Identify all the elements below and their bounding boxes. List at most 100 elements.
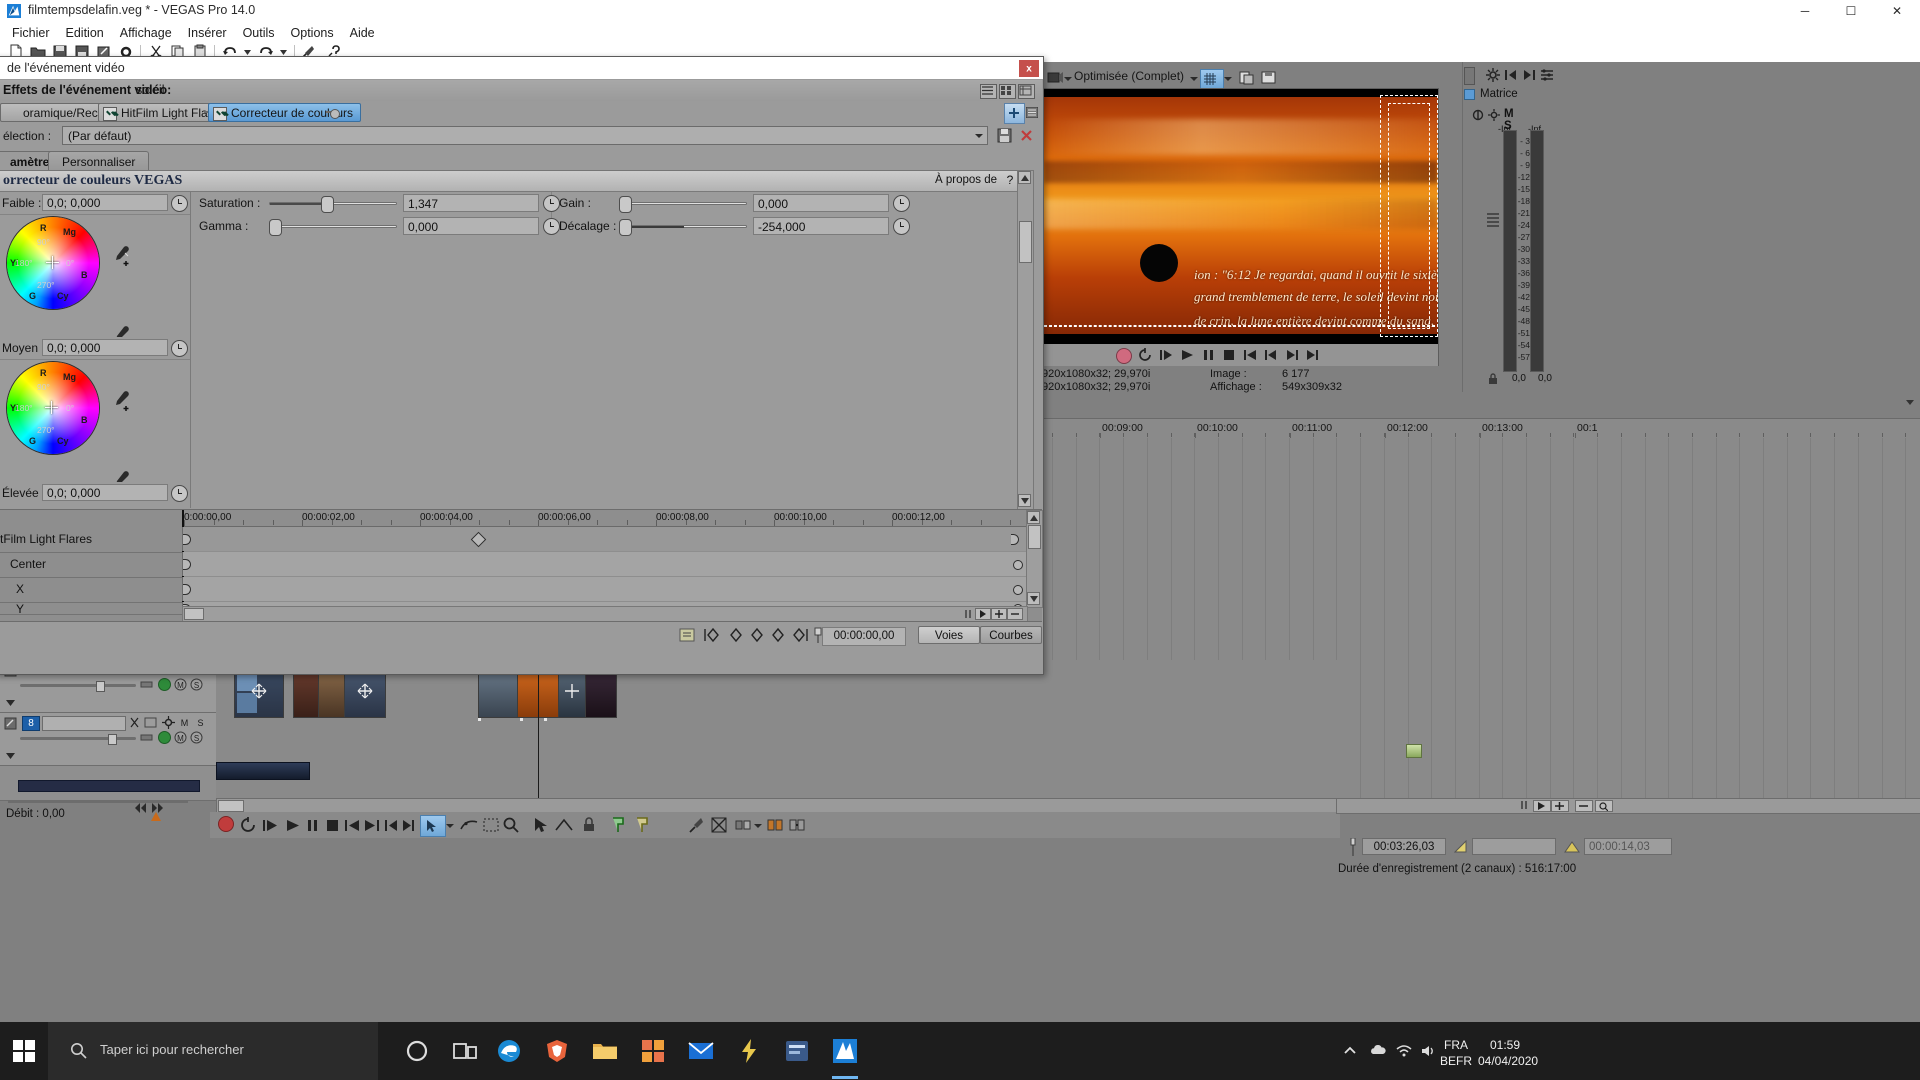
menu-item-edition[interactable]: Edition — [58, 24, 112, 42]
taskbar-clock-time[interactable]: 01:59 — [1490, 1038, 1520, 1052]
copy-snapshot-clipboard-icon[interactable] — [1238, 69, 1256, 87]
event-pan-crop-icon-3[interactable] — [564, 683, 580, 699]
wheel-low-handle[interactable] — [46, 256, 59, 269]
taskbar-clock-date[interactable]: 04/04/2020 — [1478, 1054, 1538, 1068]
timeline-event-5[interactable] — [478, 668, 518, 718]
wheel-high-keyframe-button[interactable] — [171, 485, 188, 502]
keyframe-x-start[interactable] — [183, 584, 191, 595]
param-offset-value[interactable]: -254,000 — [753, 217, 889, 235]
transport-stop-icon[interactable] — [324, 816, 340, 834]
track-name-field[interactable] — [42, 716, 126, 731]
lock-icon[interactable] — [1486, 372, 1500, 386]
timeline-scroll-thumb[interactable] — [218, 800, 244, 812]
track-solo-icon[interactable]: S — [190, 678, 203, 691]
keyframe-time-field[interactable]: 00:00:00,00 — [822, 627, 906, 646]
skip-forward-icon[interactable] — [1522, 68, 1536, 82]
keyframe-prev-icon[interactable] — [727, 626, 745, 644]
track-record-arm-icon-2[interactable] — [158, 731, 171, 744]
meter-settings-icon[interactable] — [1488, 109, 1500, 121]
vlc-or-flash-icon[interactable] — [736, 1038, 762, 1064]
track-expand-icon-2[interactable] — [4, 749, 17, 762]
param-saturation-keyframe-button[interactable] — [543, 195, 560, 212]
envelope-edit-tool-icon[interactable] — [460, 816, 478, 834]
ignore-event-grouping-icon[interactable] — [766, 816, 784, 834]
microsoft-store-icon[interactable] — [640, 1038, 666, 1064]
keyframe-tab-courbes[interactable]: Courbes — [980, 626, 1042, 644]
preview-device-icon[interactable] — [1046, 69, 1064, 87]
pause-icon[interactable] — [1201, 348, 1215, 362]
fx-panel-scroll-thumb[interactable] — [1019, 221, 1032, 263]
keyframe-center-end[interactable] — [1013, 560, 1023, 570]
menu-item-options[interactable]: Options — [283, 24, 342, 42]
go-to-end-icon[interactable] — [1306, 348, 1320, 362]
menu-item-fichier[interactable]: Fichier — [4, 24, 58, 42]
fx-delete-preset-button[interactable] — [1018, 127, 1035, 144]
keyframe-center-start[interactable] — [183, 559, 191, 570]
cortana-icon[interactable] — [404, 1038, 430, 1064]
zoom-edit-tool-icon[interactable] — [502, 816, 520, 834]
generic-app-icon[interactable] — [784, 1038, 810, 1064]
file-explorer-icon[interactable] — [592, 1038, 618, 1064]
keyframe-scroll-up[interactable] — [1027, 511, 1040, 524]
timeline-play-scroll-button[interactable] — [1533, 800, 1551, 812]
audio-event-strip[interactable] — [216, 762, 310, 780]
wheel-mid-handle[interactable] — [45, 401, 58, 414]
fx-preset-dropdown-icon[interactable] — [975, 134, 983, 138]
snap-to-grid-icon[interactable] — [710, 816, 728, 834]
meter-resize-icon[interactable] — [1486, 210, 1500, 232]
gear-icon[interactable] — [1486, 68, 1500, 82]
vegas-pro-taskbar-icon[interactable] — [832, 1038, 858, 1064]
play-from-start-icon[interactable] — [1159, 348, 1173, 362]
tab-personnaliser[interactable]: Personnaliser — [48, 151, 149, 171]
timeline-zoom-out-button[interactable] — [1575, 800, 1593, 812]
wheel-high-value[interactable]: 0,0; 0,000 — [42, 484, 168, 501]
transport-play-from-start-icon[interactable] — [262, 816, 278, 834]
transport-prev-frame-icon[interactable] — [384, 816, 400, 834]
stop-icon[interactable] — [1222, 348, 1236, 362]
track-pan-icon[interactable] — [140, 678, 153, 691]
taskbar-language[interactable]: FRA — [1444, 1038, 1468, 1052]
keyframe-end-marker[interactable] — [1011, 534, 1019, 545]
enable-snapping-toolbar-icon[interactable] — [688, 816, 706, 834]
fx-chip-color-corrector-checkbox[interactable] — [213, 107, 227, 121]
microsoft-edge-icon[interactable] — [496, 1038, 522, 1064]
eyedropper-plus-icon[interactable] — [110, 244, 132, 266]
auto-ripple-icon[interactable] — [734, 816, 752, 834]
track-bypass-icon[interactable] — [144, 716, 157, 729]
keyframe-hscroll-thumb[interactable] — [184, 608, 204, 620]
rate-slider-track[interactable] — [8, 800, 188, 803]
track-record-arm-icon[interactable] — [158, 678, 171, 691]
wheel-mid-keyframe-button[interactable] — [171, 340, 188, 357]
play-icon[interactable] — [1180, 348, 1194, 362]
param-gamma-value[interactable]: 0,000 — [403, 217, 539, 235]
timeline-scroll-right[interactable] — [1336, 798, 1920, 814]
param-gamma-slider[interactable] — [269, 222, 397, 230]
track-header-row-3[interactable] — [0, 766, 216, 801]
keyframe-next-icon[interactable] — [769, 626, 787, 644]
preview-device-dropdown-icon[interactable] — [1064, 77, 1072, 81]
timeline-zoom-in-button[interactable] — [1551, 800, 1569, 812]
keyframe-ruler[interactable]: 0:00:00,0000:00:02,0000:00:04,0000:00:06… — [182, 510, 1026, 527]
track-gear-icon[interactable] — [162, 716, 175, 729]
meter-dock-handle[interactable] — [1464, 67, 1475, 85]
keyframe-row-x[interactable]: X — [0, 577, 1026, 603]
insert-marker-icon[interactable] — [610, 816, 628, 834]
insert-region-icon[interactable] — [634, 816, 652, 834]
transport-play-icon[interactable] — [284, 816, 300, 834]
show-hidden-icons-icon[interactable] — [1342, 1043, 1358, 1059]
track-solo-circle-icon[interactable]: S — [190, 731, 203, 744]
go-to-start-icon[interactable] — [1243, 348, 1257, 362]
video-event-fx-dialog[interactable]: de l'événement vidéo x Effets de l'événe… — [0, 56, 1044, 675]
keyframe-lane-center[interactable] — [182, 552, 1027, 576]
param-gain-slider[interactable] — [619, 199, 747, 207]
selection-rect-bottom-line[interactable] — [1044, 325, 1439, 327]
track-number-badge[interactable]: 8 — [22, 716, 40, 731]
wheel-low-keyframe-button[interactable] — [171, 195, 188, 212]
keyframe-first-icon[interactable] — [704, 626, 722, 644]
timeline-event-4[interactable] — [344, 668, 386, 718]
fx-preset-combobox[interactable]: (Par défaut) — [62, 126, 988, 145]
timeline-cursor[interactable] — [538, 660, 539, 800]
menu-item-aide[interactable]: Aide — [342, 24, 383, 42]
param-saturation-value[interactable]: 1,347 — [403, 194, 539, 212]
keyframe-hscroll-handle[interactable] — [963, 608, 973, 618]
